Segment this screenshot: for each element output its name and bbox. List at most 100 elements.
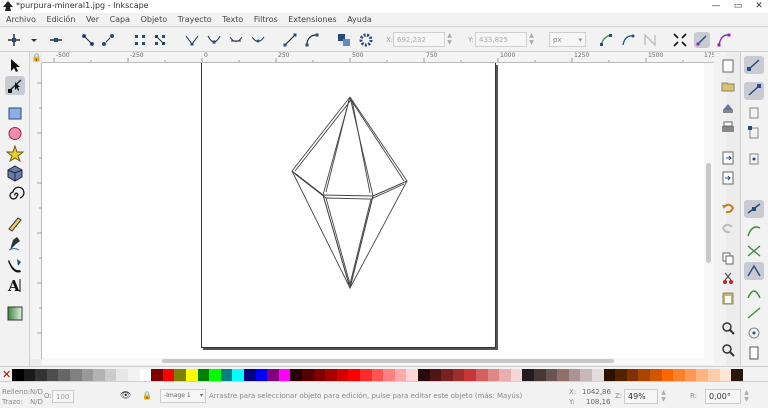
copy-icon[interactable] (720, 250, 736, 266)
minimize-button[interactable]: — (708, 0, 724, 13)
rotation-spinner[interactable]: ▲ ▼ (742, 389, 751, 404)
palette-swatch[interactable] (708, 369, 720, 381)
palette-swatch[interactable] (255, 369, 268, 381)
palette-swatch[interactable] (638, 369, 651, 381)
palette-swatch[interactable] (418, 369, 430, 381)
palette-swatch[interactable] (650, 369, 662, 381)
palette-swatch[interactable] (568, 369, 581, 381)
snap-smooth-icon[interactable] (744, 284, 764, 302)
cut-icon[interactable] (720, 270, 736, 286)
palette-swatch[interactable] (232, 369, 245, 381)
palette-swatch[interactable] (534, 369, 546, 381)
spiral-tool-icon[interactable] (5, 186, 25, 205)
menu-edicion[interactable]: Edición (42, 13, 79, 27)
object-to-path-icon[interactable] (336, 32, 352, 48)
palette-swatch[interactable] (394, 369, 407, 381)
rectangle-tool-icon[interactable] (5, 104, 25, 123)
palette-swatch[interactable] (116, 369, 129, 381)
delete-segment-icon[interactable] (152, 32, 168, 48)
palette-swatch[interactable] (673, 369, 686, 381)
palette-swatch[interactable] (476, 369, 488, 381)
show-transform-handles-icon[interactable] (598, 32, 614, 48)
break-path-icon[interactable] (100, 32, 116, 48)
palette-swatch[interactable] (23, 369, 36, 381)
menu-archivo[interactable]: Archivo (2, 13, 40, 27)
palette-swatch[interactable] (615, 369, 628, 381)
palette-swatch[interactable] (580, 369, 593, 381)
palette-swatch[interactable] (186, 369, 198, 381)
palette-swatch[interactable] (46, 369, 59, 381)
palette-swatch[interactable] (626, 369, 639, 381)
make-curve-icon[interactable] (304, 32, 320, 48)
canvas[interactable] (42, 63, 714, 359)
snap-page-icon[interactable] (744, 344, 764, 362)
palette-swatch[interactable] (70, 369, 82, 381)
snap-cusp-icon[interactable] (744, 262, 764, 280)
palette-swatch[interactable] (360, 369, 372, 381)
palette-swatch[interactable] (325, 369, 338, 381)
palette-swatch[interactable] (603, 369, 616, 381)
palette-swatch[interactable] (302, 369, 314, 381)
palette-swatch[interactable] (487, 369, 500, 381)
horizontal-ruler[interactable]: -500 -250 0 250 500 750 1000 1250 1500 1… (42, 52, 714, 63)
vertical-scrollbar[interactable] (704, 63, 714, 359)
selector-tool-icon[interactable] (5, 56, 25, 75)
palette-swatch[interactable] (510, 369, 523, 381)
import-icon[interactable] (720, 150, 736, 166)
rotation-field[interactable]: 0,00° (705, 389, 741, 404)
palette-swatch[interactable] (209, 369, 222, 381)
palette-swatch[interactable] (406, 369, 419, 381)
palette-swatch[interactable] (719, 369, 732, 381)
lock-layer-icon[interactable]: 🔒 (142, 391, 152, 400)
x-coordinate-field[interactable]: 692,232 (393, 32, 445, 47)
horizontal-scrollbar[interactable] (42, 358, 714, 365)
close-button[interactable]: ✕ (751, 0, 767, 13)
insert-node-icon[interactable] (6, 32, 22, 48)
undo-icon[interactable] (720, 200, 736, 216)
x-spinner[interactable]: ▲ ▼ (445, 32, 454, 47)
open-file-icon[interactable] (720, 78, 736, 94)
show-path-outline-icon[interactable] (642, 32, 658, 48)
join-nodes-icon[interactable] (80, 32, 96, 48)
palette-swatch[interactable] (93, 369, 106, 381)
palette-swatch[interactable] (371, 369, 384, 381)
unit-select[interactable]: px ▾ (549, 32, 586, 47)
palette-swatch[interactable] (383, 369, 396, 381)
delete-node-icon[interactable] (48, 32, 64, 48)
zoom-field[interactable]: 49% (624, 389, 658, 404)
palette-swatch[interactable] (162, 369, 175, 381)
make-smooth-icon[interactable] (206, 32, 222, 48)
snap-bbox-icon[interactable] (744, 82, 764, 100)
palette-swatch[interactable] (81, 369, 94, 381)
palette-swatch[interactable] (151, 369, 164, 381)
palette-swatch[interactable] (731, 369, 744, 381)
menu-ver[interactable]: Ver (82, 13, 103, 27)
menu-ayuda[interactable]: Ayuda (343, 13, 376, 27)
path-effects-icon[interactable] (716, 32, 732, 48)
y-spinner[interactable]: ▲ ▼ (527, 32, 536, 47)
snap-bbox-corner-icon[interactable] (744, 124, 764, 142)
make-symmetric-icon[interactable] (228, 32, 244, 48)
redo-icon[interactable] (720, 220, 736, 236)
palette-swatch[interactable] (104, 369, 117, 381)
gradient-tool-icon[interactable] (5, 304, 25, 323)
zoom-fit-icon[interactable] (720, 320, 736, 336)
paste-icon[interactable] (720, 290, 736, 306)
palette-swatch[interactable] (290, 369, 303, 381)
node-tool-icon[interactable] (5, 76, 25, 95)
palette-swatch[interactable] (128, 369, 140, 381)
layer-select[interactable]: -Image 1 ▾ (160, 389, 206, 403)
join-segment-icon[interactable] (132, 32, 148, 48)
snap-line-midpoint-icon[interactable] (744, 304, 764, 322)
palette-swatch[interactable] (522, 369, 535, 381)
palette-swatch[interactable] (557, 369, 570, 381)
opacity-field[interactable]: 100 (52, 390, 74, 403)
palette-swatch[interactable] (441, 369, 454, 381)
palette-swatch[interactable] (35, 369, 48, 381)
snap-intersection-icon[interactable] (744, 242, 764, 260)
menu-texto[interactable]: Texto (218, 13, 247, 27)
palette-swatch[interactable] (499, 369, 512, 381)
text-tool-icon[interactable]: A (5, 276, 25, 295)
export-icon[interactable] (720, 170, 736, 186)
palette-swatch[interactable] (545, 369, 558, 381)
